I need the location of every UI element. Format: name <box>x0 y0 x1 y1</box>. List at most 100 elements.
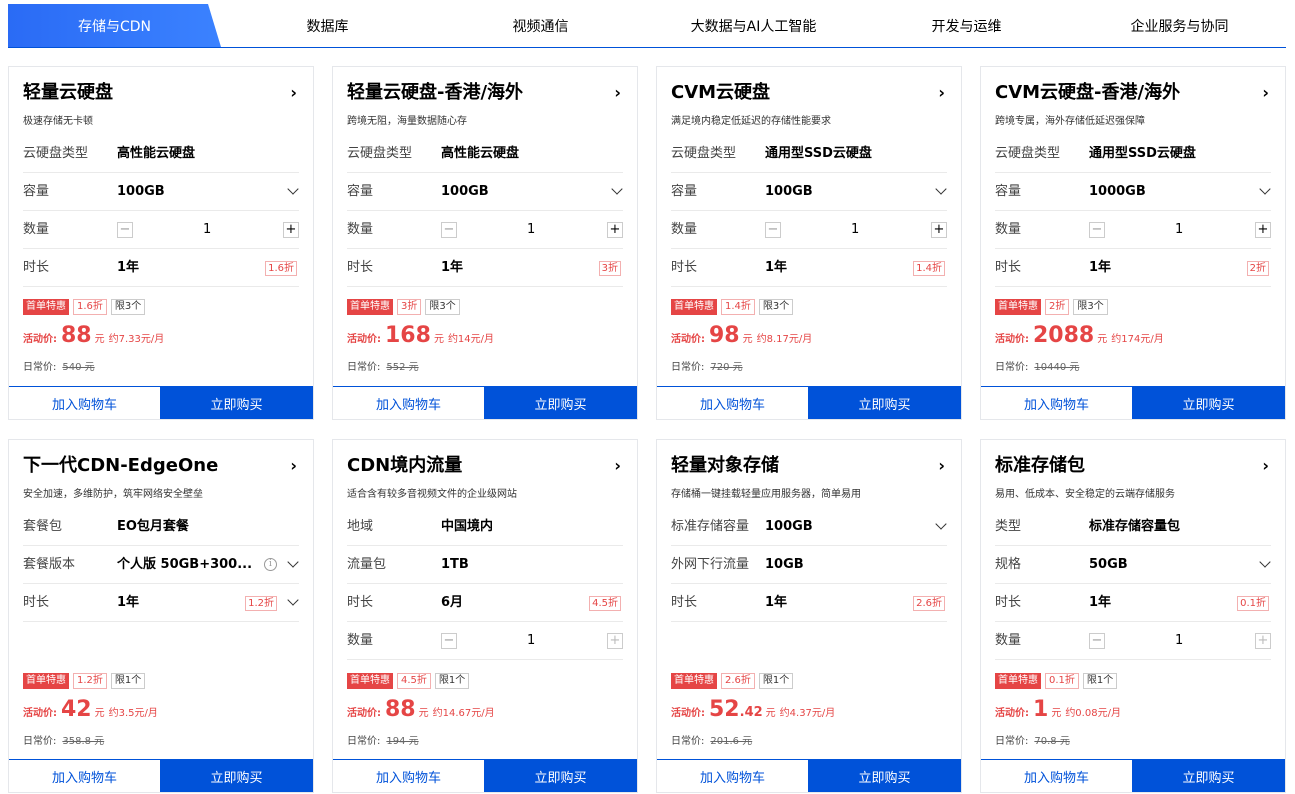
quantity-plus-button[interactable]: + <box>1255 222 1271 238</box>
option-value[interactable]: 100GB <box>441 173 489 211</box>
option-value[interactable]: 1年 <box>765 249 787 287</box>
add-to-cart-button[interactable]: 加入购物车 <box>333 760 484 792</box>
chevron-down-icon[interactable] <box>287 556 299 568</box>
add-to-cart-button[interactable]: 加入购物车 <box>657 387 808 419</box>
quantity-minus-button[interactable]: − <box>117 222 133 238</box>
buy-now-button[interactable]: 立即购买 <box>808 387 961 419</box>
chevron-right-icon[interactable]: › <box>290 456 297 476</box>
option-value[interactable]: 个人版 50GB+300... <box>117 546 252 584</box>
quantity-value[interactable]: 1 <box>203 211 211 249</box>
option-label: 流量包 <box>347 557 387 572</box>
tab-devops[interactable]: 开发与运维 <box>860 4 1073 47</box>
option-row-capacity[interactable]: 容量 100GB <box>671 173 947 211</box>
add-to-cart-button[interactable]: 加入购物车 <box>333 387 484 419</box>
option-row-capacity[interactable]: 容量 1000GB <box>995 173 1271 211</box>
card-title[interactable]: CDN境内流量 <box>347 454 462 478</box>
add-to-cart-button[interactable]: 加入购物车 <box>657 760 808 792</box>
option-value[interactable]: 50GB <box>1089 546 1128 584</box>
chevron-right-icon[interactable]: › <box>1262 83 1269 103</box>
option-row-duration[interactable]: 时长 1年 3折 <box>347 249 623 287</box>
tab-video-communication[interactable]: 视频通信 <box>434 4 647 47</box>
buy-now-button[interactable]: 立即购买 <box>484 760 637 792</box>
card-title[interactable]: 轻量云硬盘-香港/海外 <box>347 81 523 105</box>
quantity-plus-button[interactable]: + <box>607 633 623 649</box>
chevron-down-icon[interactable] <box>1259 556 1271 568</box>
chevron-down-icon[interactable] <box>935 518 947 530</box>
price-value: 52 <box>709 697 740 722</box>
quantity-plus-button[interactable]: + <box>283 222 299 238</box>
chevron-right-icon[interactable]: › <box>290 83 297 103</box>
info-icon[interactable]: i <box>264 558 277 571</box>
buy-now-button[interactable]: 立即购买 <box>160 387 313 419</box>
activity-price: 活动价: 98 元 约8.17元/月 <box>671 323 812 353</box>
limit-tag: 限1个 <box>110 673 146 689</box>
option-row-spec[interactable]: 规格 50GB <box>995 546 1271 584</box>
add-to-cart-button[interactable]: 加入购物车 <box>9 387 160 419</box>
card-title[interactable]: CVM云硬盘 <box>671 81 770 105</box>
buy-now-button[interactable]: 立即购买 <box>484 387 637 419</box>
promo-tags: 首单特惠 1.6折 限3个 <box>23 299 146 315</box>
quantity-value[interactable]: 1 <box>527 622 535 660</box>
quantity-minus-button[interactable]: − <box>1089 633 1105 649</box>
tab-storage-cdn[interactable]: 存储与CDN <box>8 4 221 47</box>
option-row-version[interactable]: 套餐版本 个人版 50GB+300... i <box>23 546 299 584</box>
tab-bigdata-ai[interactable]: 大数据与AI人工智能 <box>647 4 860 47</box>
card-title[interactable]: 下一代CDN-EdgeOne <box>23 454 218 478</box>
quantity-minus-button[interactable]: − <box>765 222 781 238</box>
buy-now-button[interactable]: 立即购买 <box>160 760 313 792</box>
chevron-right-icon[interactable]: › <box>614 83 621 103</box>
option-row-duration[interactable]: 时长 1年 1.4折 <box>671 249 947 287</box>
option-row-capacity[interactable]: 容量 100GB <box>23 173 299 211</box>
chevron-right-icon[interactable]: › <box>614 456 621 476</box>
option-value[interactable]: 100GB <box>117 173 165 211</box>
card-title[interactable]: 标准存储包 <box>995 454 1085 478</box>
buy-now-button[interactable]: 立即购买 <box>808 760 961 792</box>
quantity-value[interactable]: 1 <box>851 211 859 249</box>
option-value[interactable]: 100GB <box>765 173 813 211</box>
quantity-plus-button[interactable]: + <box>931 222 947 238</box>
option-row-duration[interactable]: 时长 1年 1.2折 <box>23 584 299 622</box>
quantity-minus-button[interactable]: − <box>441 222 457 238</box>
chevron-down-icon[interactable] <box>1259 183 1271 195</box>
quantity-value[interactable]: 1 <box>1175 622 1183 660</box>
buy-now-button[interactable]: 立即购买 <box>1132 387 1285 419</box>
add-to-cart-button[interactable]: 加入购物车 <box>9 760 160 792</box>
option-row-capacity[interactable]: 容量 100GB <box>347 173 623 211</box>
option-value[interactable]: 100GB <box>765 508 813 546</box>
quantity-minus-button[interactable]: − <box>441 633 457 649</box>
chevron-down-icon[interactable] <box>287 183 299 195</box>
option-value[interactable]: 1年 <box>117 584 139 622</box>
card-title[interactable]: 轻量云硬盘 <box>23 81 113 105</box>
option-row-duration: 时长 1年 0.1折 <box>995 584 1271 622</box>
chevron-down-icon[interactable] <box>935 183 947 195</box>
quantity-minus-button[interactable]: − <box>1089 222 1105 238</box>
card-title[interactable]: CVM云硬盘-香港/海外 <box>995 81 1180 105</box>
quantity-plus-button[interactable]: + <box>1255 633 1271 649</box>
add-to-cart-button[interactable]: 加入购物车 <box>981 387 1132 419</box>
tab-enterprise-services[interactable]: 企业服务与协同 <box>1073 4 1286 47</box>
chevron-right-icon[interactable]: › <box>938 456 945 476</box>
chevron-down-icon[interactable] <box>611 183 623 195</box>
option-value[interactable]: 1年 <box>1089 249 1111 287</box>
category-tabs: 存储与CDN 数据库 视频通信 大数据与AI人工智能 开发与运维 企业服务与协同 <box>8 4 1286 48</box>
quantity-value[interactable]: 1 <box>1175 211 1183 249</box>
option-row-duration[interactable]: 时长 1年 2折 <box>995 249 1271 287</box>
option-value[interactable]: 1年 <box>117 249 139 287</box>
quantity-value[interactable]: 1 <box>527 211 535 249</box>
option-value[interactable]: 1年 <box>441 249 463 287</box>
option-label: 时长 <box>671 260 698 275</box>
price-unit: 元 <box>418 708 429 719</box>
chevron-right-icon[interactable]: › <box>938 83 945 103</box>
quantity-plus-button[interactable]: + <box>607 222 623 238</box>
add-to-cart-button[interactable]: 加入购物车 <box>981 760 1132 792</box>
option-row-duration[interactable]: 时长 1年 1.6折 <box>23 249 299 287</box>
option-label: 类型 <box>995 519 1022 534</box>
tab-database[interactable]: 数据库 <box>221 4 434 47</box>
option-row-storage-capacity[interactable]: 标准存储容量 100GB <box>671 508 947 546</box>
buy-now-button[interactable]: 立即购买 <box>1132 760 1285 792</box>
chevron-right-icon[interactable]: › <box>1262 456 1269 476</box>
option-value[interactable]: 1000GB <box>1089 173 1146 211</box>
chevron-down-icon[interactable] <box>287 594 299 606</box>
activity-price: 活动价: 2088 元 约174元/月 <box>995 323 1164 353</box>
card-title[interactable]: 轻量对象存储 <box>671 454 779 478</box>
